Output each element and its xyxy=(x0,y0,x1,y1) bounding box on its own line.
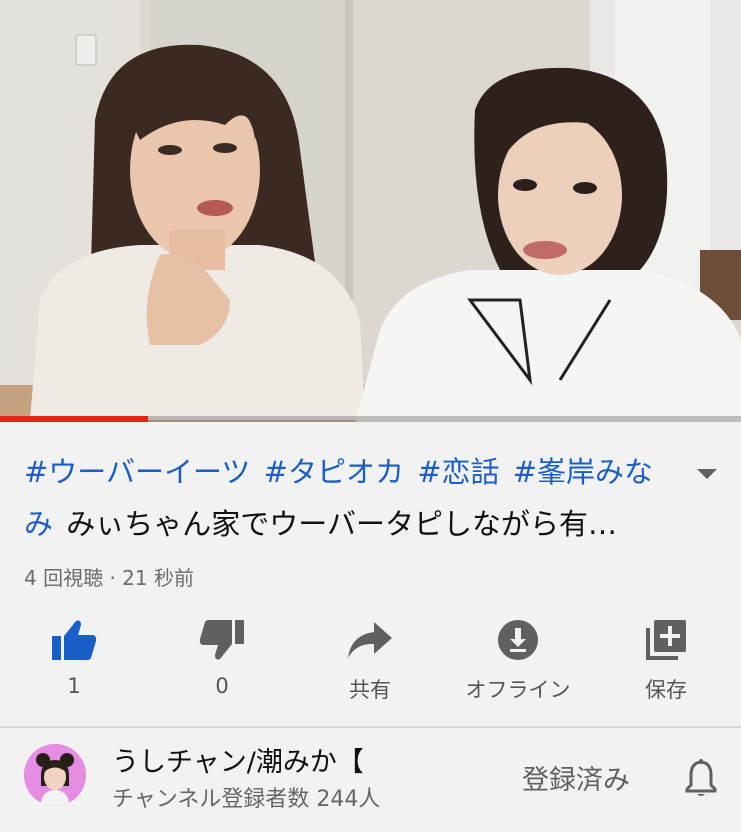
video-frame xyxy=(0,0,741,422)
playlist-add-icon xyxy=(642,616,690,664)
dislike-icon xyxy=(198,616,246,664)
like-icon xyxy=(50,616,98,664)
hashtag-link[interactable]: み xyxy=(24,507,53,541)
share-icon xyxy=(346,616,394,664)
video-progress-bar[interactable] xyxy=(0,416,741,422)
dislike-button[interactable]: 0 xyxy=(148,610,296,710)
title-line-2: み みぃちゃん家でウーバータピしながら有… xyxy=(24,498,704,550)
channel-name[interactable]: うしチャン/潮みか【 xyxy=(112,740,364,779)
video-progress-fill xyxy=(0,416,149,422)
like-count: 1 xyxy=(67,674,81,698)
hashtag-link[interactable]: #恋話 xyxy=(417,455,499,489)
subscribed-button[interactable]: 登録済み xyxy=(522,758,630,797)
title-text: みぃちゃん家でウーバータピしながら有… xyxy=(66,507,617,541)
offline-download-button[interactable]: オフライン xyxy=(444,610,592,710)
view-count-and-time: 4 回視聴 · 21 秒前 xyxy=(24,566,194,590)
hashtag-link[interactable]: #タピオカ xyxy=(264,455,404,489)
avatar-image xyxy=(24,744,86,806)
share-button[interactable]: 共有 xyxy=(296,610,444,710)
save-to-playlist-button[interactable]: 保存 xyxy=(592,610,740,710)
notification-bell-button[interactable] xyxy=(684,758,718,798)
like-button[interactable]: 1 xyxy=(0,610,148,710)
dislike-count: 0 xyxy=(215,674,229,698)
hashtag-link[interactable]: #ウーバーイーツ xyxy=(24,455,250,489)
video-title[interactable]: #ウーバーイーツ #タピオカ #恋話 #峯岸みな み みぃちゃん家でウーバータピ… xyxy=(24,446,704,550)
download-icon xyxy=(494,616,542,664)
video-player[interactable] xyxy=(0,0,741,422)
share-label: 共有 xyxy=(349,678,391,702)
chevron-down-icon xyxy=(697,469,717,479)
hashtag-link[interactable]: #峯岸みな xyxy=(513,455,653,489)
offline-label: オフライン xyxy=(465,678,571,702)
save-label: 保存 xyxy=(645,678,687,702)
subscriber-count: チャンネル登録者数 244人 xyxy=(112,787,381,812)
expand-description-button[interactable] xyxy=(693,462,721,486)
channel-avatar[interactable] xyxy=(24,744,86,806)
action-bar: 1 0 共有 オフライン 保存 xyxy=(0,610,741,710)
section-divider xyxy=(0,726,741,728)
bell-icon xyxy=(685,759,717,796)
title-line-1: #ウーバーイーツ #タピオカ #恋話 #峯岸みな xyxy=(24,446,704,498)
video-watch-page: #ウーバーイーツ #タピオカ #恋話 #峯岸みな み みぃちゃん家でウーバータピ… xyxy=(0,0,741,832)
